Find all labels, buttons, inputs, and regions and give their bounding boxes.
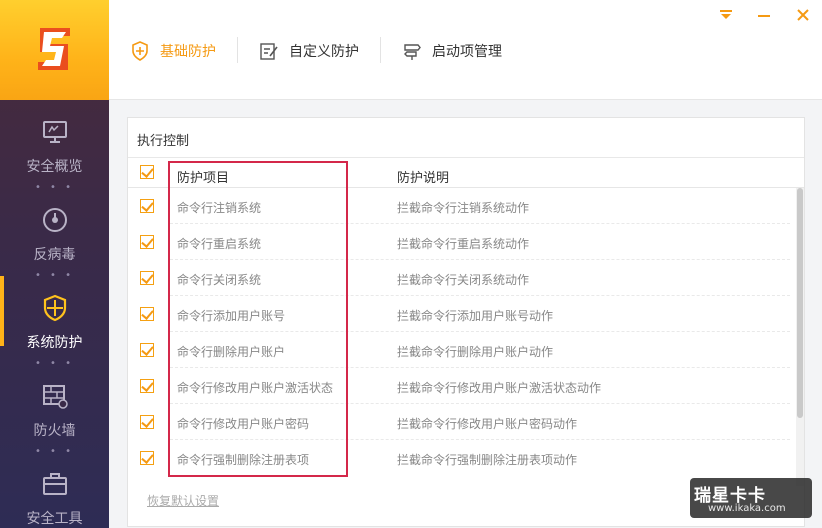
gauge-icon (43, 208, 67, 232)
menu-dropdown-icon[interactable] (717, 6, 735, 24)
row-item: 命令行删除用户账户 (177, 345, 286, 359)
signpost-icon (404, 44, 421, 60)
table-row: 命令行重启系统 拦截命令行重启系统动作 (128, 224, 796, 260)
execution-control-panel: 执行控制 防护项目 防护说明 命令行注销系统 拦截命令行注销系统动作 命令行重启… (127, 117, 805, 527)
monitor-icon (43, 121, 67, 143)
row-description: 拦截命令行删除用户账户动作 (397, 345, 554, 359)
column-header-description: 防护说明 (397, 171, 450, 186)
row-description: 拦截命令行修改用户账户密码动作 (397, 417, 578, 431)
table-header: 防护项目 防护说明 (128, 160, 804, 188)
row-item: 命令行关闭系统 (177, 273, 262, 287)
table-row: 命令行关闭系统 拦截命令行关闭系统动作 (128, 260, 796, 296)
row-description: 拦截命令行添加用户账号动作 (397, 309, 554, 323)
row-item: 命令行修改用户账户激活状态 (177, 381, 334, 395)
row-description: 拦截命令行关闭系统动作 (397, 273, 530, 287)
separator-dots: • • • (34, 358, 75, 369)
table-row: 命令行删除用户账户 拦截命令行删除用户账户动作 (128, 332, 796, 368)
select-all-checkbox[interactable] (140, 165, 154, 179)
sidebar-item-security-tools[interactable]: 安全工具 (0, 470, 109, 528)
top-tab-bar: 基础防护 自定义防护 启动项管理 (109, 0, 822, 100)
vertical-scrollbar[interactable] (796, 188, 804, 486)
row-item: 命令行添加用户账号 (177, 309, 286, 323)
tab-divider (237, 37, 238, 63)
row-checkbox[interactable] (140, 415, 154, 429)
rising-logo-icon (38, 28, 70, 70)
table-row: 命令行修改用户账户密码 拦截命令行修改用户账户密码动作 (128, 404, 796, 440)
sidebar-item-label: 防火墙 (33, 423, 76, 439)
sidebar-item-firewall[interactable]: 防火墙 (0, 382, 109, 454)
sidebar-item-overview[interactable]: 安全概览 (0, 118, 109, 190)
sidebar-item-system-protection[interactable]: 系统防护 (0, 294, 109, 366)
watermark: 瑞星卡卡 www.ikaka.com (690, 478, 812, 518)
toolbox-icon (43, 473, 67, 495)
restore-defaults-link[interactable]: 恢复默认设置 (147, 492, 219, 509)
row-item: 命令行修改用户账户密码 (177, 417, 310, 431)
row-checkbox[interactable] (140, 451, 154, 465)
firewall-icon (43, 385, 68, 409)
divider (128, 157, 804, 158)
row-description: 拦截命令行强制删除注册表项动作 (397, 453, 578, 467)
row-checkbox[interactable] (140, 343, 154, 357)
tab-label: 自定义防护 (289, 44, 359, 60)
minimize-icon[interactable] (755, 6, 773, 24)
sidebar-item-label: 安全概览 (26, 159, 83, 175)
row-description: 拦截命令行注销系统动作 (397, 201, 530, 215)
close-icon[interactable] (794, 6, 812, 24)
row-checkbox[interactable] (140, 235, 154, 249)
tab-divider (380, 37, 381, 63)
sidebar: 安全概览 • • • 反病毒 • • • 系统防护 • • • 防火墙 • • … (0, 0, 109, 528)
row-description: 拦截命令行修改用户账户激活状态动作 (397, 381, 602, 395)
separator-dots: • • • (34, 182, 75, 193)
tab-label: 启动项管理 (432, 44, 502, 60)
shield-plus-icon (132, 41, 148, 61)
tab-label: 基础防护 (160, 44, 216, 60)
sidebar-item-label: 反病毒 (33, 247, 76, 263)
row-checkbox[interactable] (140, 307, 154, 321)
row-item: 命令行强制删除注册表项 (177, 453, 310, 467)
sidebar-item-label: 系统防护 (26, 335, 83, 351)
separator-dots: • • • (34, 270, 75, 281)
table-row: 命令行修改用户账户激活状态 拦截命令行修改用户账户激活状态动作 (128, 368, 796, 404)
separator-dots: • • • (34, 446, 75, 457)
app-logo (0, 0, 109, 100)
watermark-url: www.ikaka.com (708, 503, 786, 514)
table-row: 命令行注销系统 拦截命令行注销系统动作 (128, 188, 796, 224)
row-description: 拦截命令行重启系统动作 (397, 237, 530, 251)
row-item: 命令行注销系统 (177, 201, 262, 215)
row-checkbox[interactable] (140, 199, 154, 213)
panel-title: 执行控制 (137, 134, 190, 149)
row-checkbox[interactable] (140, 271, 154, 285)
tab-startup-manager[interactable]: 启动项管理 (402, 39, 502, 63)
row-checkbox[interactable] (140, 379, 154, 393)
table-row: 命令行添加用户账号 拦截命令行添加用户账号动作 (128, 296, 796, 332)
shield-icon (43, 294, 67, 322)
tab-custom-protection[interactable]: 自定义防护 (259, 39, 359, 63)
column-header-item: 防护项目 (177, 171, 230, 186)
sidebar-item-label: 安全工具 (26, 511, 83, 527)
sidebar-item-antivirus[interactable]: 反病毒 (0, 206, 109, 278)
scrollbar-thumb[interactable] (797, 188, 803, 418)
table-row: 命令行强制删除注册表项 拦截命令行强制删除注册表项动作 (128, 440, 796, 476)
edit-doc-icon (260, 43, 278, 60)
row-item: 命令行重启系统 (177, 237, 262, 251)
tab-basic-protection[interactable]: 基础防护 (130, 39, 216, 63)
